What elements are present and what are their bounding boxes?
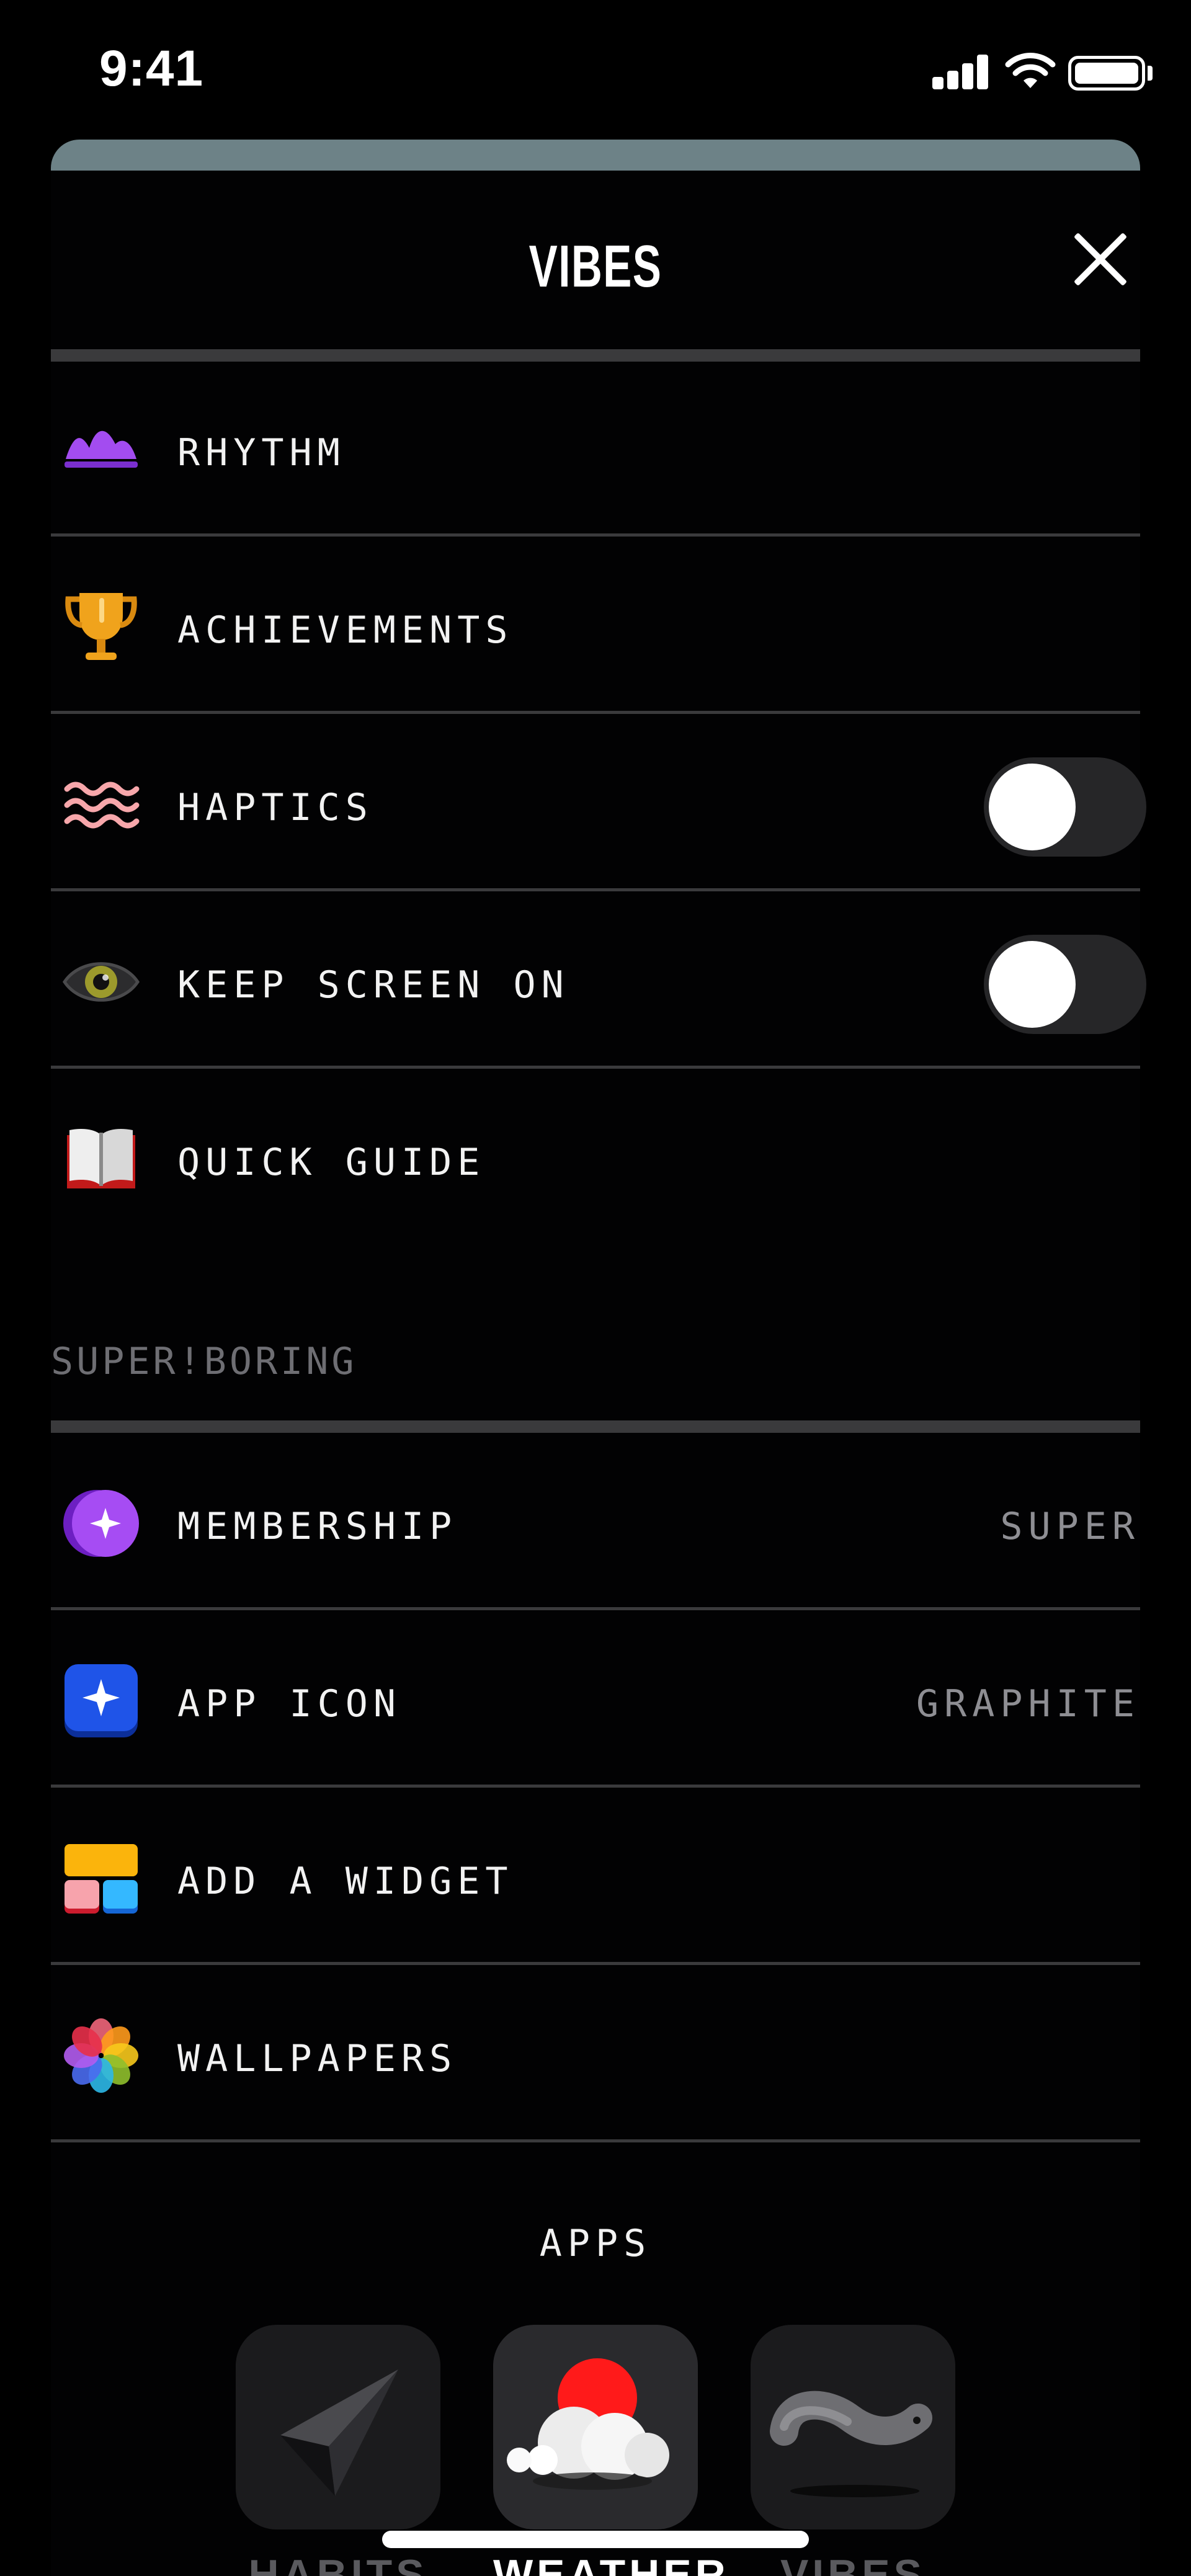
row-label: APP ICON [177,1682,401,1726]
section-divider [51,1420,1140,1433]
app-tile-weather[interactable] [493,2325,698,2529]
brand-row-add-widget[interactable]: ADD A WIDGET [51,1788,1140,1965]
book-icon [67,1129,135,1188]
sheet-title: VIBES [529,233,662,300]
keep-screen-on-toggle[interactable] [984,935,1146,1034]
app-icon-sparkle-icon [65,1664,138,1737]
settings-row-rhythm[interactable]: RHYTHM [51,359,1140,537]
close-button[interactable] [1070,228,1132,290]
rhythm-hills-icon [65,430,138,468]
brand-row-app-icon[interactable]: APP ICON GRAPHITE [51,1610,1140,1788]
app-tile-vibes[interactable] [751,2325,955,2529]
haptics-toggle[interactable] [984,757,1146,857]
membership-sparkle-icon [63,1490,139,1557]
brand-row-membership[interactable]: MEMBERSHIP SUPER [51,1433,1140,1610]
row-label: QUICK GUIDE [177,1141,486,1184]
row-label: HAPTICS [177,786,373,829]
toggle-knob [989,764,1076,850]
settings-row-keep-screen-on: KEEP SCREEN ON [51,891,1146,1069]
membership-value: SUPER [1000,1505,1140,1548]
cellular-signal-icon [932,55,988,89]
widget-grid-icon [65,1844,138,1914]
cloud-sun-icon [493,2325,698,2529]
row-label: KEEP SCREEN ON [177,963,569,1007]
app-tile-habits[interactable] [236,2325,440,2529]
section-header: SUPER!BORING [51,1340,357,1383]
worm-icon [751,2325,955,2529]
status-time: 9:41 [99,40,204,97]
row-label: MEMBERSHIP [177,1505,458,1548]
trophy-icon [65,593,137,660]
brand-row-wallpapers[interactable]: WALLPAPERS [51,1965,1140,2142]
home-indicator[interactable] [382,2531,809,2548]
row-divider [51,2139,1140,2142]
app-name-vibes: VIBES [780,2551,926,2576]
settings-row-quick-guide[interactable]: QUICK GUIDE [51,1069,1140,1230]
app-name-weather: WEATHER [493,2551,729,2576]
row-label: WALLPAPERS [177,2037,458,2080]
wifi-icon [1005,53,1056,88]
paper-plane-icon [236,2325,440,2529]
battery-icon [1068,56,1145,91]
status-bar: 9:41 [0,0,1191,143]
apps-heading: APPS [539,2222,652,2265]
settings-row-achievements[interactable]: ACHIEVEMENTS [51,537,1140,714]
row-label: RHYTHM [177,431,346,475]
eye-icon [62,962,140,1002]
row-label: ADD A WIDGET [177,1860,514,1903]
app-name-habits: HABITS [248,2551,428,2576]
row-label: ACHIEVEMENTS [177,608,514,652]
toggle-knob [989,941,1076,1028]
app-icon-value: GRAPHITE [916,1682,1140,1726]
battery-cap [1148,66,1153,81]
settings-row-haptics: HAPTICS [51,714,1146,891]
flower-icon [64,2018,138,2093]
waves-icon [64,782,140,829]
